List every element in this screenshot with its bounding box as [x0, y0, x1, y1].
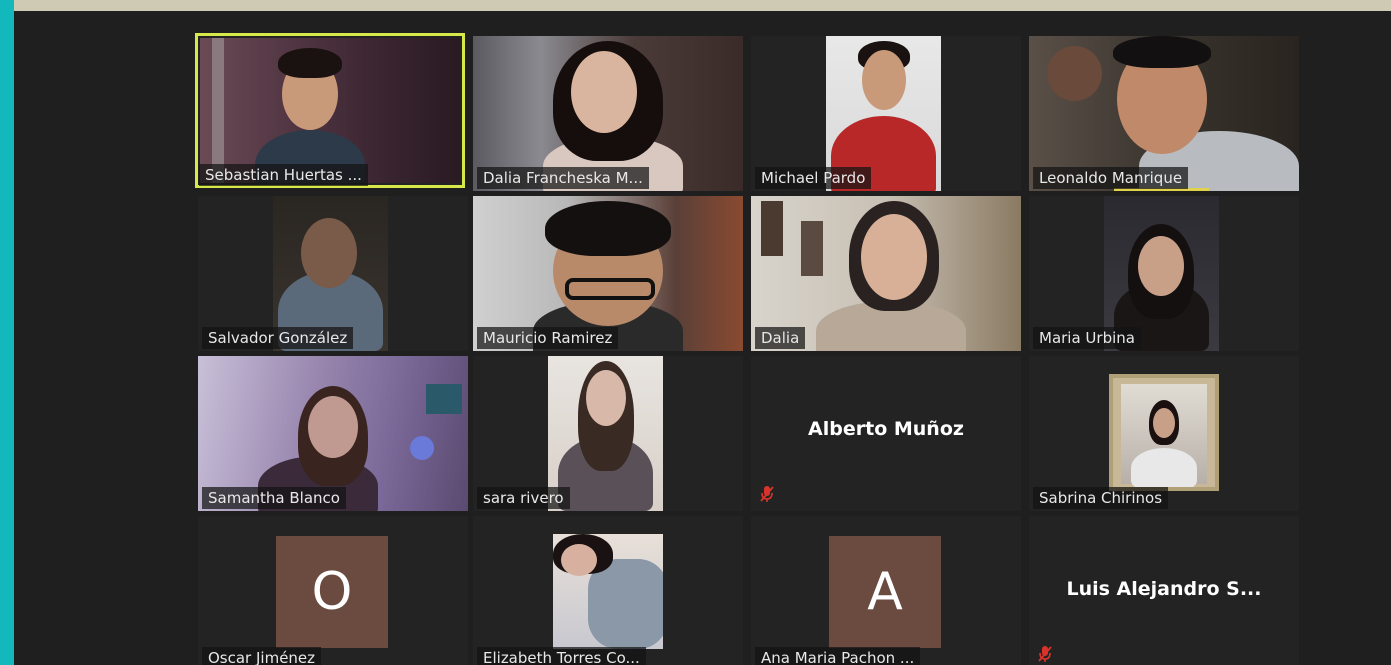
- participant-tile[interactable]: O Oscar Jiménez: [198, 516, 468, 665]
- participant-tile[interactable]: Sabrina Chirinos: [1029, 356, 1299, 511]
- participant-name: Dalia: [755, 327, 806, 349]
- participant-tile[interactable]: Dalia Francheska M...: [473, 36, 743, 191]
- participant-tile[interactable]: Mauricio Ramirez: [473, 196, 743, 351]
- participant-tile[interactable]: A Ana Maria Pachon ...: [751, 516, 1021, 665]
- participant-video: [1109, 374, 1219, 491]
- participant-tile[interactable]: Alberto Muñoz: [751, 356, 1021, 511]
- participant-tile[interactable]: Maria Urbina: [1029, 196, 1299, 351]
- participant-tile[interactable]: Michael Pardo: [751, 36, 1021, 191]
- participant-name: Elizabeth Torres Co...: [477, 647, 646, 665]
- participant-name: Oscar Jiménez: [202, 647, 322, 665]
- participant-tile[interactable]: Leonaldo Manrique: [1029, 36, 1299, 191]
- participant-tile[interactable]: Samantha Blanco: [198, 356, 468, 511]
- participant-name: Sebastian Huertas ...: [199, 164, 368, 186]
- participant-tile[interactable]: Salvador González: [198, 196, 468, 351]
- participant-name: Leonaldo Manrique: [1033, 167, 1189, 189]
- participant-name: Mauricio Ramirez: [477, 327, 619, 349]
- participant-name: sara rivero: [477, 487, 570, 509]
- participant-name: Alberto Muñoz: [808, 418, 964, 440]
- participant-name: Salvador González: [202, 327, 354, 349]
- participant-video: [553, 534, 663, 649]
- participant-name: Luis Alejandro S...: [1066, 578, 1262, 600]
- participant-tile[interactable]: Elizabeth Torres Co...: [473, 516, 743, 665]
- gallery-view: Sebastian Huertas ... Dalia Francheska M…: [14, 11, 1391, 665]
- participant-tile[interactable]: Luis Alejandro S...: [1029, 516, 1299, 665]
- avatar: A: [829, 536, 941, 648]
- window-edge-strip: [0, 0, 14, 665]
- participant-tile[interactable]: Sebastian Huertas ...: [195, 33, 465, 188]
- participant-name: Sabrina Chirinos: [1033, 487, 1169, 509]
- participant-tile[interactable]: sara rivero: [473, 356, 743, 511]
- window-top-bar: [14, 0, 1391, 11]
- participant-tile[interactable]: Dalia: [751, 196, 1021, 351]
- participant-name: Dalia Francheska M...: [477, 167, 649, 189]
- participant-name: Samantha Blanco: [202, 487, 346, 509]
- participant-name: Michael Pardo: [755, 167, 872, 189]
- avatar: O: [276, 536, 388, 648]
- participant-name: Maria Urbina: [1033, 327, 1141, 349]
- participant-video: [200, 38, 460, 183]
- mic-muted-icon: [760, 486, 774, 502]
- mic-muted-icon: [1038, 646, 1052, 662]
- participant-name: Ana Maria Pachon ...: [755, 647, 921, 665]
